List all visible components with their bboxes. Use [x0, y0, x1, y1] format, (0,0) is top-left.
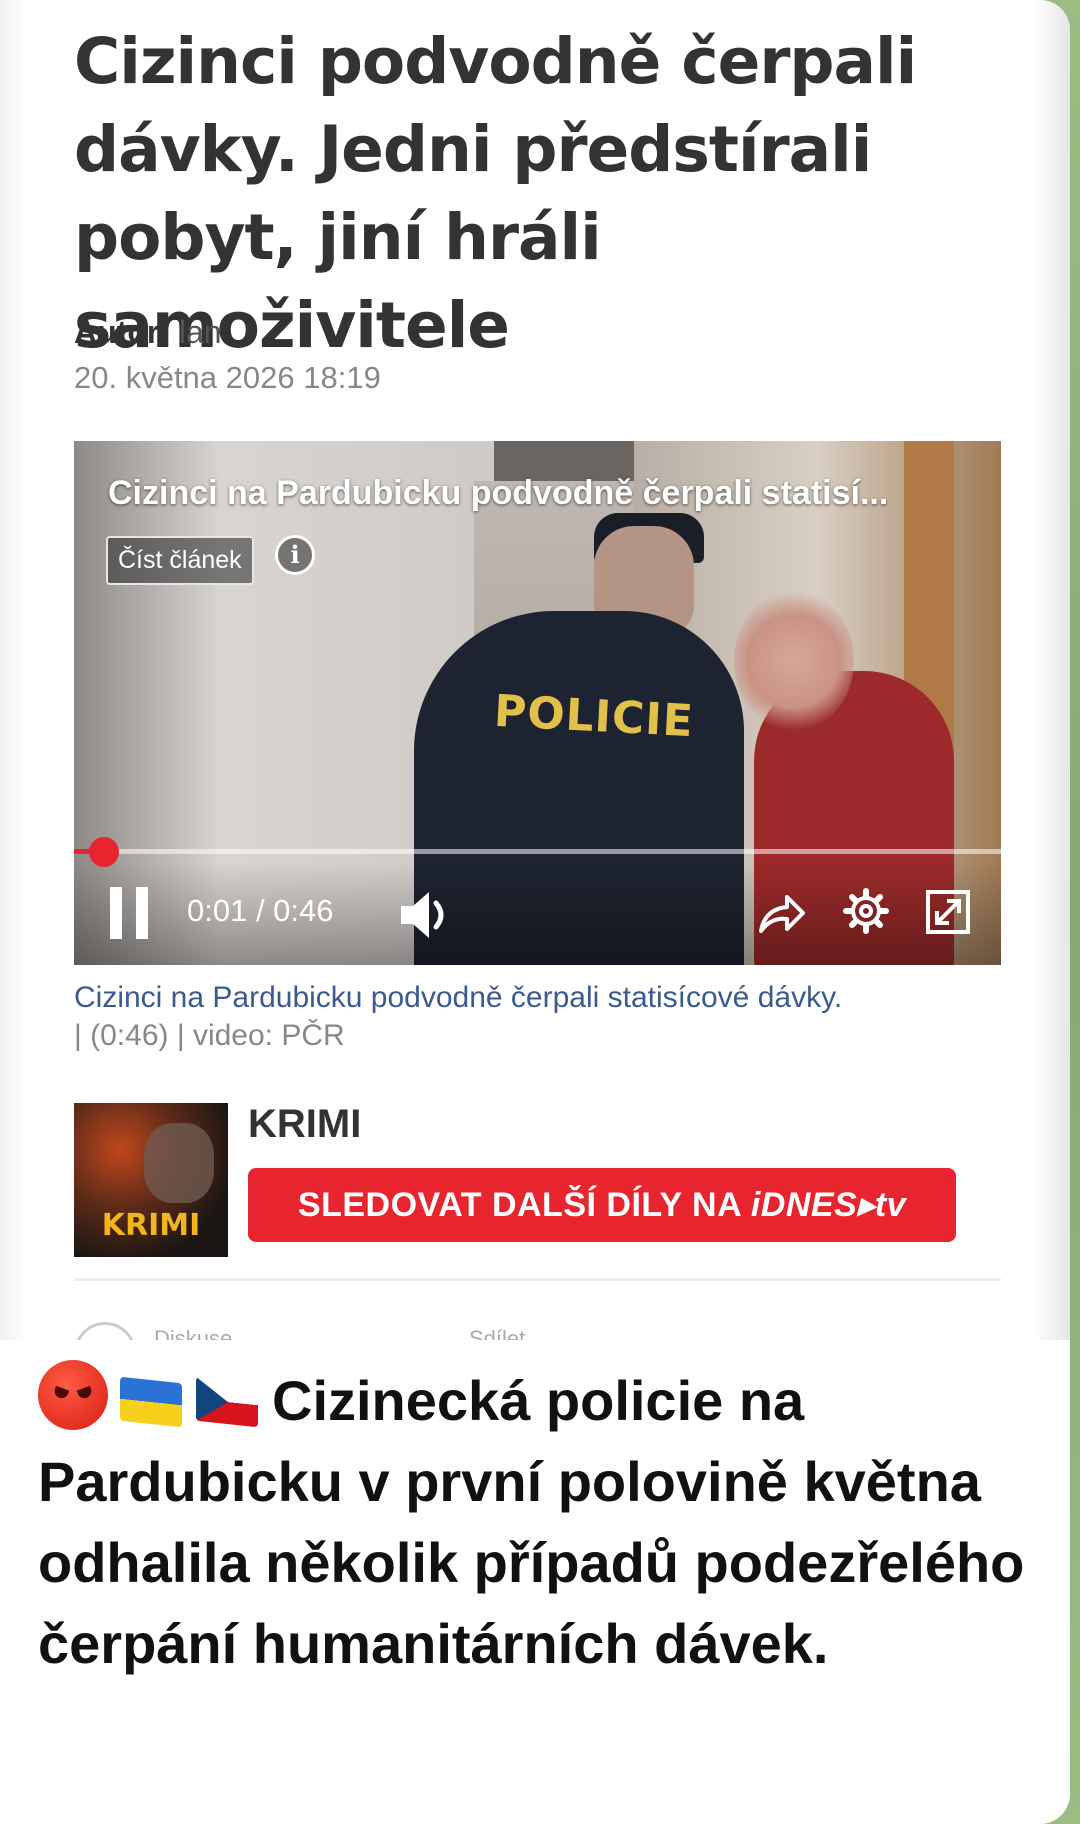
article-date: 20. května 2026 18:19	[74, 360, 381, 395]
video-caption: Cizinci na Pardubicku podvodně čerpali s…	[74, 981, 843, 1014]
read-article-button[interactable]: Číst článek	[106, 536, 254, 585]
blurred-face	[734, 591, 854, 731]
krimi-thumbnail-label: KRIMI	[101, 1208, 201, 1243]
video-overlay-title[interactable]: Cizinci na Pardubicku podvodně čerpali s…	[108, 474, 888, 513]
screenshot-shadow-right	[1034, 0, 1070, 1340]
video-time: 0:01 / 0:46	[187, 893, 334, 928]
czech-flag-icon	[196, 1376, 258, 1428]
author-name[interactable]: lan	[179, 314, 222, 350]
author-label: Autor:	[74, 314, 170, 350]
info-icon[interactable]: i	[275, 535, 315, 575]
idnes-tv-logo: iDNES▸tv	[750, 1186, 907, 1224]
article-author: Autor: lan	[74, 314, 222, 351]
video-progress-handle[interactable]	[89, 837, 119, 867]
gear-icon[interactable]	[842, 887, 890, 935]
krimi-title[interactable]: KRIMI	[248, 1102, 361, 1147]
watch-more-button[interactable]: SLEDOVAT DALŠÍ DÍLY NA iDNES▸tv	[248, 1168, 956, 1242]
screenshot-shadow-left	[0, 0, 26, 1340]
krimi-thumbnail[interactable]: KRIMI	[74, 1103, 228, 1257]
post-text: Cizinecká policie na Pardubicku v první …	[38, 1369, 1025, 1675]
discussion-icon[interactable]	[74, 1322, 136, 1340]
fullscreen-icon[interactable]	[925, 889, 971, 935]
discussion-link[interactable]: Diskuse	[154, 1326, 232, 1340]
volume-icon[interactable]	[399, 889, 455, 941]
divider	[74, 1278, 1001, 1281]
angry-face-icon	[38, 1360, 108, 1430]
video-progress-track[interactable]	[74, 849, 1001, 854]
post-text-block: Cizinecká policie na Pardubicku v první …	[38, 1360, 1048, 1684]
policie-jacket-text: POLICIE	[492, 685, 695, 748]
video-player[interactable]: POLICIE Cizinci na Pardubicku podvodně č…	[74, 441, 1001, 965]
watch-more-label: SLEDOVAT DALŠÍ DÍLY NA	[297, 1186, 751, 1224]
article-screenshot[interactable]: Cizinci podvodně čerpali dávky. Jedni př…	[0, 0, 1070, 1340]
video-caption-meta: | (0:46) | video: PČR	[74, 1019, 345, 1052]
share-icon[interactable]	[757, 889, 807, 937]
pause-icon[interactable]	[110, 887, 150, 939]
share-link[interactable]: Sdílet	[469, 1326, 525, 1340]
krimi-thumbnail-face	[144, 1123, 214, 1203]
ukraine-flag-icon	[120, 1376, 182, 1428]
message-bubble[interactable]: Cizinci podvodně čerpali dávky. Jedni př…	[0, 0, 1070, 1824]
article-actions-cut: Diskuse Sdílet	[74, 1318, 1001, 1340]
